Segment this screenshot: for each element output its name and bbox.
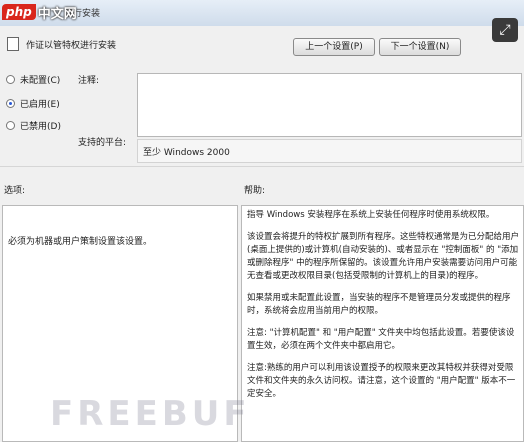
platform-value: 至少 Windows 2000 [143, 148, 230, 158]
radio-button[interactable] [6, 75, 15, 84]
previous-setting-button[interactable]: 上一个设置(P) [293, 38, 375, 56]
logo-brand: php [2, 4, 36, 20]
radio-not-configured[interactable]: 未配置(C) [6, 73, 60, 86]
radio-disabled[interactable]: 已禁用(D) [6, 119, 61, 132]
help-paragraph: 注意: "计算机配置" 和 "用户配置" 文件夹中均包括此设置。若要使该设置生效… [247, 328, 515, 351]
help-paragraph: 注意:熟练的用户可以利用该设置授予的权限来更改其特权并获得对受限文件和文件夹的永… [247, 363, 516, 399]
help-label: 帮助: [244, 186, 266, 196]
help-pane[interactable]: 指导 Windows 安装程序在系统上安装任何程序时使用系统权限。 该设置会将提… [241, 205, 524, 442]
platform-field: 至少 Windows 2000 [137, 139, 522, 163]
radio-button-selected[interactable] [6, 99, 15, 108]
options-text: 必须为机器或用户策制设置该设置。 [8, 237, 153, 247]
policy-icon [7, 37, 19, 51]
logo-text: 中文网 [37, 6, 77, 22]
radio-button[interactable] [6, 121, 15, 130]
radio-label: 未配置(C) [20, 76, 61, 86]
expand-icon[interactable]: ⤢ [492, 18, 518, 42]
options-label: 选项: [4, 186, 26, 196]
help-paragraph: 该设置会将提升的特权扩展到所有程序。这些特权通常是为已分配给用户(桌面上提供的)… [247, 232, 520, 281]
platform-label: 支持的平台: [78, 138, 127, 148]
comment-textarea[interactable] [137, 73, 522, 137]
radio-enabled[interactable]: 已启用(E) [6, 97, 60, 110]
window-titlebar: 进行安装 [0, 0, 524, 26]
help-paragraph: 指导 Windows 安装程序在系统上安装任何程序时使用系统权限。 [247, 210, 495, 220]
section-divider [0, 166, 524, 167]
help-paragraph: 如果禁用或未配置此设置，当安装的程序不是管理员分发或提供的程序时，系统将会应用当… [247, 293, 511, 316]
radio-label: 已启用(E) [20, 100, 60, 110]
watermark: FREEBUF [50, 394, 251, 434]
site-logo: php 中文网 [2, 1, 77, 23]
next-setting-button[interactable]: 下一个设置(N) [379, 38, 461, 56]
radio-label: 已禁用(D) [20, 122, 61, 132]
comment-label: 注释: [78, 76, 100, 86]
policy-title: 作证以管特权进行安装 [26, 41, 117, 51]
